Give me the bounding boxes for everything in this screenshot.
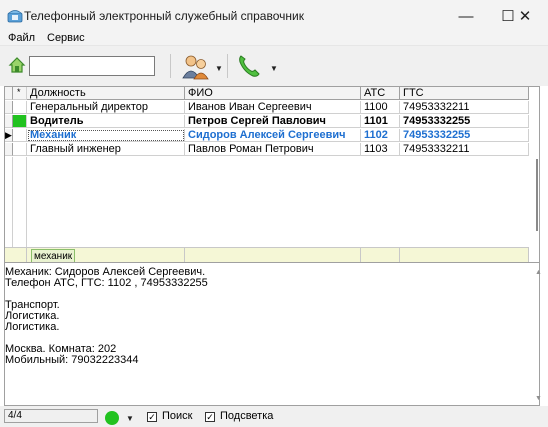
column-header-gts[interactable]: ГТС [400,87,529,100]
table-row[interactable]: Генеральный директор Иванов Иван Сергеев… [5,101,529,114]
status-dropdown-caret[interactable]: ▼ [126,414,134,423]
users-dropdown-caret[interactable]: ▼ [215,64,223,73]
table-scrollbar[interactable] [534,101,539,267]
mark-header: * [13,87,27,100]
cell-role: Механик [27,129,185,142]
table-header: * Должность ФИО АТС ГТС [5,87,529,100]
row-indicator [5,115,13,128]
details-text: Механик: Сидоров Алексей Сергеевич. Теле… [5,267,525,366]
status-bar: 4/4 ▼ ✓ Поиск ✓ Подсветка [0,406,548,427]
scroll-up-arrow-icon[interactable]: ▲ [535,269,542,276]
menu-service[interactable]: Сервис [47,32,85,44]
cell-gts: 74953332255 [400,129,529,142]
details-line: Логистика. [5,310,60,322]
title-bar: Телефонный электронный служебный справоч… [0,0,548,32]
row-indicator-header [5,87,13,100]
cell-name: Сидоров Алексей Сергеевич [185,129,361,142]
cell-role: Водитель [27,115,185,128]
cell-name: Павлов Роман Петрович [185,143,361,156]
highlight-checkbox-label: Подсветка [220,410,274,422]
close-button[interactable]: ✕ [502,0,548,32]
details-line: Телефон АТС, ГТС: 1102 , 74953332255 [5,277,208,289]
table-row-selected[interactable]: ▶ Механик Сидоров Алексей Сергеевич 1102… [5,129,529,142]
toolbar-separator [227,54,228,78]
window-title: Телефонный электронный служебный справоч… [24,9,304,23]
search-input[interactable] [29,56,155,76]
column-header-name[interactable]: ФИО [185,87,361,100]
status-indicator-icon[interactable] [105,411,119,425]
current-row-arrow-icon: ▶ [5,129,13,142]
table-row[interactable]: Главный инженер Павлов Роман Петрович 11… [5,143,529,156]
row-mark [13,101,27,114]
cell-ats: 1100 [361,101,400,114]
cell-ats: 1103 [361,143,400,156]
table-scrollbar-thumb[interactable] [536,159,538,231]
employee-table: * Должность ФИО АТС ГТС Генеральный дире… [4,86,540,268]
cell-gts: 74953332211 [400,101,529,114]
phone-dropdown-caret[interactable]: ▼ [270,64,278,73]
home-icon[interactable] [8,56,26,74]
search-checkbox[interactable]: ✓ [147,412,157,422]
users-icon[interactable] [179,52,213,80]
column-divider [26,157,27,247]
column-divider [12,157,13,247]
details-line: Мобильный: 79032223344 [5,354,139,366]
row-mark-green [13,115,27,128]
record-count: 4/4 [4,409,98,423]
toolbar-separator [170,54,171,78]
details-line: Логистика. [5,321,60,333]
minimize-button[interactable]: — [443,0,489,32]
phone-app-icon [7,10,23,23]
scroll-down-arrow-icon[interactable]: ▼ [535,395,542,402]
cell-gts: 74953332255 [400,115,529,128]
table-row[interactable]: Водитель Петров Сергей Павлович 1101 749… [5,115,529,128]
row-mark [13,143,27,156]
cell-name: Петров Сергей Павлович [185,115,361,128]
details-panel: Механик: Сидоров Алексей Сергеевич. Теле… [4,262,542,406]
search-checkbox-label: Поиск [162,410,193,422]
column-header-role[interactable]: Должность [27,87,185,100]
details-line [5,289,525,300]
menu-bar: Файл Сервис [0,32,548,46]
cell-name: Иванов Иван Сергеевич [185,101,361,114]
cell-ats: 1102 [361,129,400,142]
details-line: Транспорт. [5,299,60,311]
cell-ats: 1101 [361,115,400,128]
toolbar: ▼ ▼ [0,46,548,86]
highlight-checkbox[interactable]: ✓ [205,412,215,422]
column-header-ats[interactable]: АТС [361,87,400,100]
cell-role: Главный инженер [27,143,185,156]
row-mark [13,129,27,142]
cell-gts: 74953332211 [400,143,529,156]
row-indicator [5,143,13,156]
row-indicator [5,101,13,114]
role-filter-input[interactable] [31,249,75,263]
phone-icon[interactable] [236,52,262,80]
cell-role: Генеральный директор [27,101,185,114]
menu-file[interactable]: Файл [8,32,35,44]
